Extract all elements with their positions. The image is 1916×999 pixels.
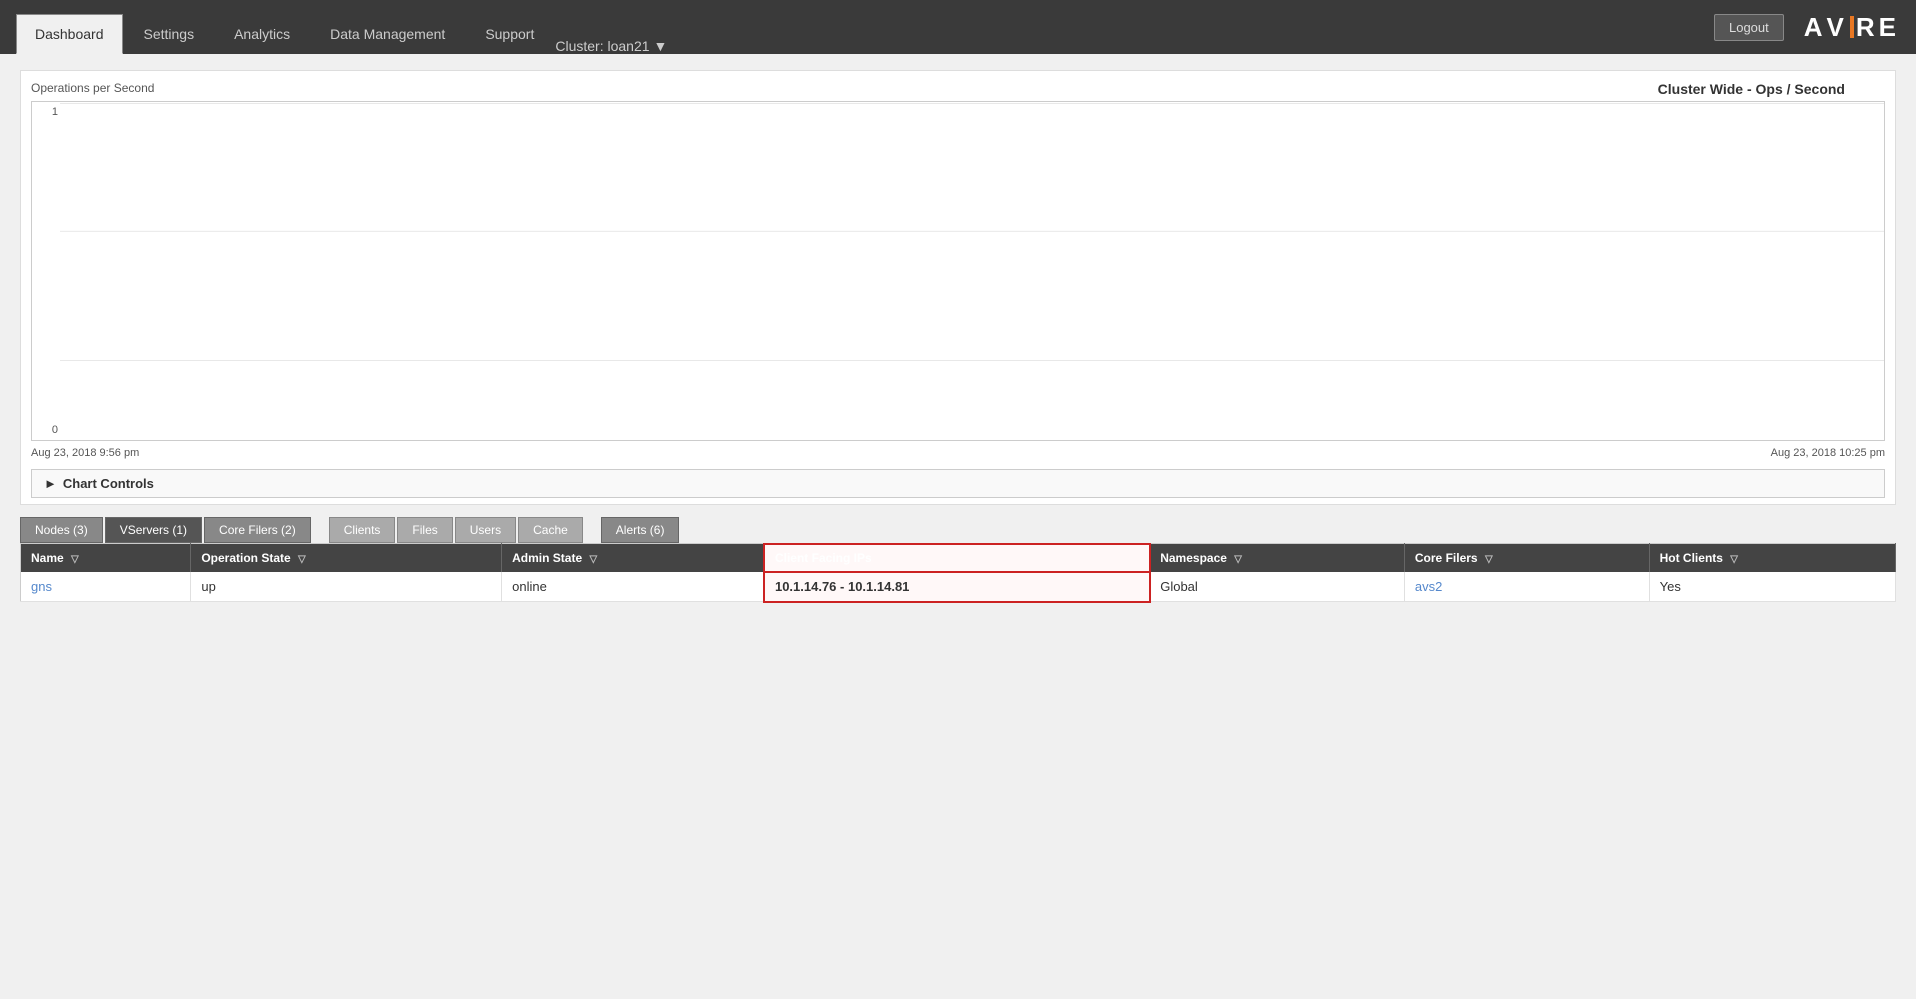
- cell-admin-state: online: [502, 572, 765, 602]
- cell-operation-state: up: [191, 572, 502, 602]
- main-content: Operations per Second Cluster Wide - Ops…: [0, 54, 1916, 618]
- chart-time-end: Aug 23, 2018 10:25 pm: [1771, 447, 1885, 459]
- y-min: 0: [34, 424, 58, 436]
- chart-timestamps: Aug 23, 2018 9:56 pm Aug 23, 2018 10:25 …: [31, 445, 1885, 461]
- cell-namespace: Global: [1150, 572, 1405, 602]
- col-operation-state: Operation State ▽: [191, 544, 502, 573]
- sort-core-filers-icon[interactable]: ▽: [1485, 554, 1493, 565]
- cell-name: gns: [21, 572, 191, 602]
- col-admin-state: Admin State ▽: [502, 544, 765, 573]
- chart-controls[interactable]: ► Chart Controls: [31, 469, 1885, 498]
- tab-users[interactable]: Users: [455, 517, 516, 543]
- cell-core-filers: avs2: [1404, 572, 1649, 602]
- avere-logo: A V R E: [1804, 12, 1900, 43]
- chart-area: 1 0: [31, 101, 1885, 441]
- tab-files[interactable]: Files: [397, 517, 452, 543]
- tab-cache[interactable]: Cache: [518, 517, 583, 543]
- tab-support[interactable]: Support: [466, 14, 553, 54]
- tab-dashboard[interactable]: Dashboard: [16, 14, 123, 54]
- tab-core-filers[interactable]: Core Filers (2): [204, 517, 311, 543]
- logo-bar-icon: [1850, 16, 1854, 38]
- chart-time-start: Aug 23, 2018 9:56 pm: [31, 447, 139, 459]
- chart-wide-label: Cluster Wide - Ops / Second: [1658, 81, 1845, 97]
- sort-admin-state-icon[interactable]: ▽: [589, 554, 597, 565]
- sort-hot-clients-icon[interactable]: ▽: [1730, 554, 1738, 565]
- col-name: Name ▽: [21, 544, 191, 573]
- cell-hot-clients: Yes: [1649, 572, 1895, 602]
- chart-svg: [60, 102, 1884, 441]
- tab-clients[interactable]: Clients: [329, 517, 396, 543]
- header-right: Logout A V R E: [1714, 12, 1900, 43]
- table-section: Nodes (3) VServers (1) Core Filers (2) C…: [20, 517, 1896, 602]
- col-core-filers: Core Filers ▽: [1404, 544, 1649, 573]
- chart-title-row: Operations per Second Cluster Wide - Ops…: [31, 81, 1885, 97]
- sort-namespace-icon[interactable]: ▽: [1234, 554, 1242, 565]
- core-filers-link[interactable]: avs2: [1415, 579, 1442, 594]
- chart-section: Operations per Second Cluster Wide - Ops…: [20, 70, 1896, 505]
- col-client-facing-ips: Client Facing IPs: [764, 544, 1149, 573]
- name-link[interactable]: gns: [31, 579, 52, 594]
- tab-analytics[interactable]: Analytics: [215, 14, 309, 54]
- cluster-selector[interactable]: Cluster: loan21 ▼: [555, 38, 667, 54]
- chart-controls-label: Chart Controls: [63, 476, 154, 491]
- chart-y-axis: 1 0: [32, 102, 60, 440]
- nav-tabs: Dashboard Settings Analytics Data Manage…: [16, 0, 667, 54]
- tab-data-management[interactable]: Data Management: [311, 14, 464, 54]
- col-hot-clients: Hot Clients ▽: [1649, 544, 1895, 573]
- chevron-down-icon: ▼: [654, 38, 668, 54]
- chart-label: Operations per Second: [31, 81, 154, 95]
- chart-controls-triangle-icon: ►: [44, 476, 57, 491]
- header: Dashboard Settings Analytics Data Manage…: [0, 0, 1916, 54]
- sort-operation-state-icon[interactable]: ▽: [298, 554, 306, 565]
- sort-name-icon[interactable]: ▽: [71, 554, 79, 565]
- data-table: Name ▽ Operation State ▽ Admin State ▽ C…: [20, 543, 1896, 602]
- col-namespace: Namespace ▽: [1150, 544, 1405, 573]
- cell-client-facing-ips: 10.1.14.76 - 10.1.14.81: [764, 572, 1149, 602]
- table-header-row: Name ▽ Operation State ▽ Admin State ▽ C…: [21, 544, 1896, 573]
- tab-settings[interactable]: Settings: [125, 14, 214, 54]
- logout-button[interactable]: Logout: [1714, 14, 1784, 41]
- tab-nodes[interactable]: Nodes (3): [20, 517, 103, 543]
- table-tabs: Nodes (3) VServers (1) Core Filers (2) C…: [20, 517, 1896, 543]
- tab-vservers[interactable]: VServers (1): [105, 517, 202, 543]
- y-max: 1: [34, 106, 58, 118]
- table-row: gns up online 10.1.14.76 - 10.1.14.81 Gl…: [21, 572, 1896, 602]
- tab-alerts[interactable]: Alerts (6): [601, 517, 680, 543]
